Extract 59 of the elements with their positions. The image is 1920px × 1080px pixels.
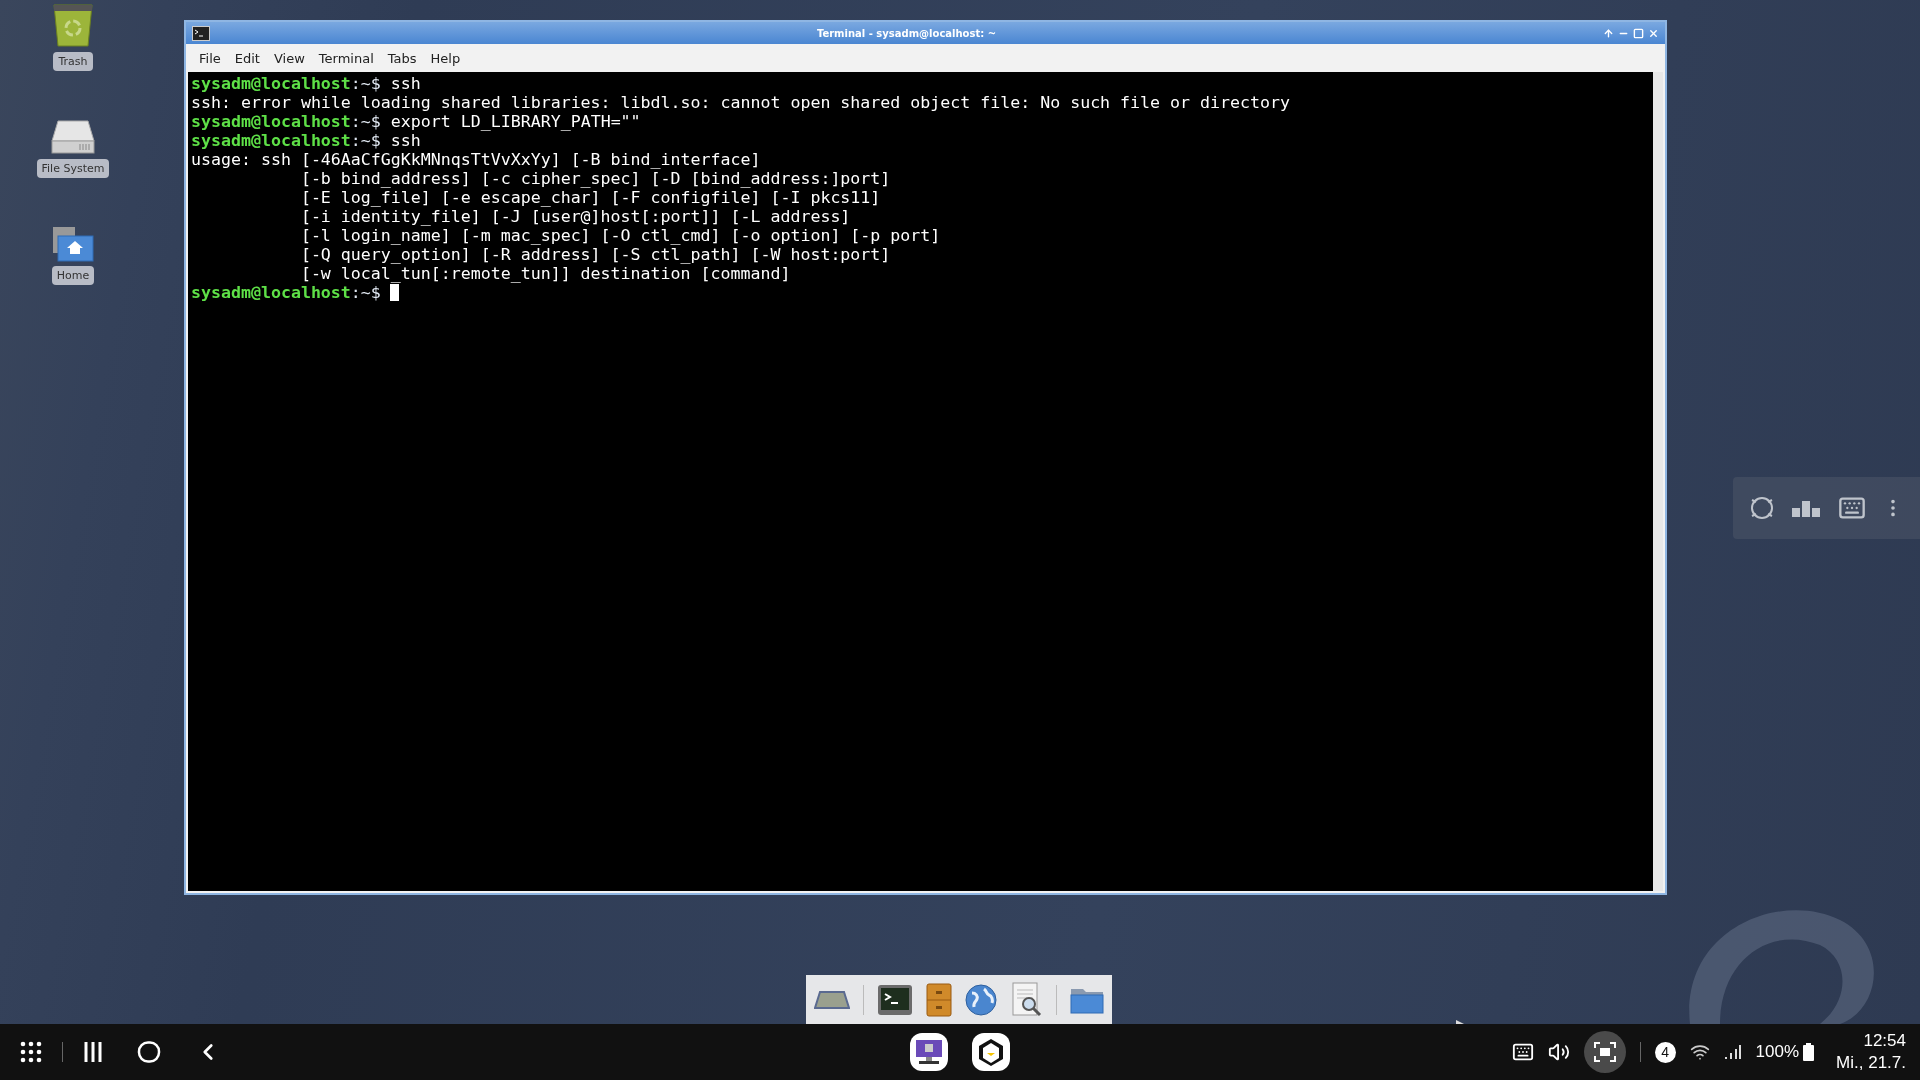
screenshot-icon[interactable] xyxy=(1749,495,1776,521)
menu-item[interactable]: Help xyxy=(423,46,468,70)
terminal-output: [-b bind_address] [-c cipher_spec] [-D [bind_address:]port] xyxy=(299,169,891,188)
document-search-icon[interactable] xyxy=(1011,981,1044,1018)
menu-item[interactable]: Terminal xyxy=(311,46,381,70)
terminal-output: [-w local_tun[:remote_tun]] destination [command] xyxy=(299,264,791,283)
notification-count: 4 xyxy=(1654,1041,1676,1063)
recents-icon[interactable] xyxy=(83,1041,103,1063)
clock-time: 12:54 xyxy=(1863,1030,1906,1052)
home-button-icon[interactable] xyxy=(137,1041,161,1063)
trash-icon[interactable] xyxy=(50,2,96,48)
terminal-output: [-i identity_file] [-J [user@]host[:port]] [-L address] xyxy=(299,207,851,226)
menu-item[interactable]: File xyxy=(192,46,228,70)
terminal-output: ssh: error while loading shared libraries: libdl.so: cannot open shared object file: No such file or directory xyxy=(191,93,1290,112)
desktop-icon-label[interactable]: File System xyxy=(36,159,110,178)
terminal-command: ssh xyxy=(389,131,421,150)
desktop-icon-label[interactable]: Trash xyxy=(53,52,93,71)
prompt-user-host: sysadm@localhost xyxy=(191,131,351,150)
prompt-path: :~$ xyxy=(350,112,381,131)
volume-icon[interactable] xyxy=(1547,1041,1570,1063)
terminal-icon[interactable] xyxy=(876,983,913,1016)
hard-drive-icon[interactable] xyxy=(50,119,96,155)
hexagon-app-icon[interactable] xyxy=(972,1033,1010,1071)
battery-percentage: 100% xyxy=(1755,1042,1800,1062)
maximize-icon[interactable] xyxy=(1633,27,1644,39)
prompt-path: :~$ xyxy=(350,283,381,302)
file-cabinet-icon[interactable] xyxy=(925,982,952,1017)
close-icon[interactable] xyxy=(1648,27,1659,39)
window-title: Terminal - sysadm@localhost: ~ xyxy=(815,27,998,39)
prompt-path: :~$ xyxy=(350,131,381,150)
terminal-output: [-Q query_option] [-R address] [-S ctl_path] [-W host:port] xyxy=(299,245,891,264)
mouse-pointer-icon xyxy=(1456,1020,1466,1024)
menu-item[interactable]: Tabs xyxy=(380,46,424,70)
terminal-command: export LD_LIBRARY_PATH="" xyxy=(389,112,641,131)
battery-icon xyxy=(1803,1043,1815,1061)
terminal-command: ssh xyxy=(389,74,421,93)
screen-capture-button[interactable] xyxy=(1583,1031,1626,1073)
remote-desktop-app-icon[interactable] xyxy=(910,1033,948,1071)
prompt-path: :~$ xyxy=(350,74,381,93)
home-folder-icon[interactable] xyxy=(52,226,94,262)
prompt-user-host: sysadm@localhost xyxy=(191,74,351,93)
blocks-icon[interactable] xyxy=(1791,498,1822,518)
menu-item[interactable]: Edit xyxy=(227,46,267,70)
menu-item[interactable]: View xyxy=(266,46,312,70)
apps-grid-icon[interactable] xyxy=(20,1041,42,1063)
wifi-icon xyxy=(1689,1042,1710,1062)
keep-above-icon[interactable] xyxy=(1603,27,1614,39)
desktop-icon-label[interactable]: Home xyxy=(51,266,95,285)
keyboard-icon[interactable] xyxy=(1511,1041,1534,1063)
prompt-user-host: sysadm@localhost xyxy=(191,283,351,302)
prompt-user-host: sysadm@localhost xyxy=(191,112,351,131)
signal-icon xyxy=(1723,1043,1742,1061)
terminal-icon xyxy=(192,25,210,41)
clock-date: Mi., 21.7. xyxy=(1836,1052,1906,1074)
terminal-output: [-E log_file] [-e escape_char] [-F configfile] [-I pkcs11] xyxy=(299,188,881,207)
globe-icon[interactable] xyxy=(964,982,999,1017)
terminal-output: [-l login_name] [-m mac_spec] [-O ctl_cmd] [-o option] [-p port] xyxy=(299,226,941,245)
terminal-output: usage: ssh [-46AaCfGgKkMNnqsTtVvXxYy] [-B bind_interface] xyxy=(191,150,761,169)
screen-capture-icon[interactable] xyxy=(1593,1042,1616,1062)
